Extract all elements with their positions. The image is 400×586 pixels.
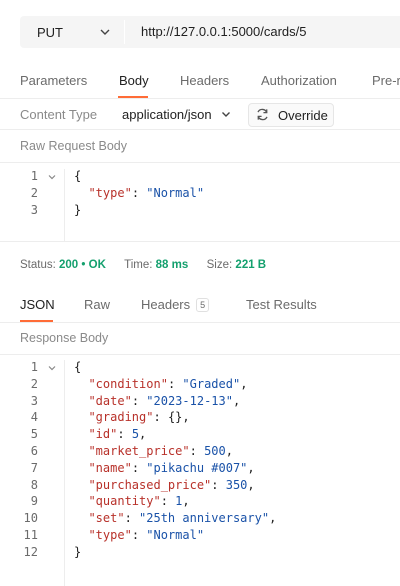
status-text: OK <box>88 259 106 271</box>
line-number: 12 <box>23 544 38 559</box>
code-text: } <box>74 544 82 559</box>
tab-headers[interactable]: Headers <box>180 73 229 88</box>
body-options-row: Content Type application/json Override <box>20 101 400 127</box>
fold-toggle-icon[interactable] <box>48 364 56 372</box>
line-number: 11 <box>23 528 38 542</box>
code-text: "grading": {}, <box>88 410 190 425</box>
time-value: 88 ms <box>155 259 189 271</box>
response-status: Status: 200 • OK Time: 88 ms Size: 221 B <box>20 259 266 271</box>
line-number: 8 <box>30 477 38 492</box>
tab-parameters[interactable]: Parameters <box>20 73 87 88</box>
tab-json[interactable]: JSON <box>20 297 55 312</box>
url-separator <box>124 20 125 44</box>
divider <box>0 322 400 323</box>
status-dot: • <box>81 259 89 271</box>
content-type-select[interactable]: application/json <box>122 107 212 122</box>
headers-count-badge: 5 <box>196 298 210 312</box>
divider <box>0 241 400 242</box>
code-text: "name": "pikachu #007", <box>88 460 255 475</box>
editor-gutter-border <box>64 169 65 241</box>
tab-test-results[interactable]: Test Results <box>246 297 317 312</box>
code-text: "condition": "Graded", <box>88 376 248 391</box>
line-number: 2 <box>30 376 38 391</box>
line-number: 6 <box>30 444 38 458</box>
code-text: "quantity": 1, <box>88 494 190 509</box>
request-url-bar: PUT http://127.0.0.1:5000/cards/5 <box>20 16 400 48</box>
status-code: 200 <box>59 259 79 271</box>
time-label: Time: <box>124 259 153 271</box>
code-text: "id": 5, <box>88 427 147 442</box>
size-value: 221 B <box>235 259 267 271</box>
divider <box>0 129 400 130</box>
line-number: 4 <box>30 410 38 425</box>
code-text: { <box>74 169 82 183</box>
tab-raw[interactable]: Raw <box>84 297 110 312</box>
line-number: 3 <box>30 393 38 408</box>
code-text: "type": "Normal" <box>88 528 205 542</box>
response-tabs: JSON Raw Headers 5 Test Results <box>20 297 400 323</box>
divider <box>0 162 400 163</box>
line-number: 1 <box>30 360 38 374</box>
response-body-editor[interactable]: 1 {2 "condition": "Graded", 3 "date": "202… <box>0 360 400 586</box>
content-type-label: Content Type <box>20 107 98 122</box>
tab-response-headers-label: Headers <box>141 297 191 312</box>
override-label: Override <box>278 108 328 123</box>
code-text: "set": "25th anniversary", <box>88 511 277 526</box>
request-body-editor[interactable]: 1 {2 "type": "Normal" 3} <box>0 169 400 241</box>
refresh-icon <box>257 108 268 121</box>
request-tabs: Parameters Body Headers Authorization Pr… <box>20 73 400 99</box>
code-text: "type": "Normal" <box>88 186 205 200</box>
editor-gutter-border <box>64 360 65 586</box>
tab-pre-request[interactable]: Pre-r <box>372 73 400 88</box>
line-number: 3 <box>30 203 38 217</box>
override-button[interactable]: Override <box>248 103 334 127</box>
line-number: 9 <box>30 494 38 509</box>
code-text: "date": "2023-12-13", <box>88 393 241 408</box>
line-number: 2 <box>30 186 38 200</box>
tab-body[interactable]: Body <box>119 73 149 88</box>
line-number: 10 <box>23 511 38 526</box>
size-label: Size: <box>206 259 233 271</box>
chevron-down-icon[interactable] <box>220 108 232 120</box>
raw-request-title: Raw Request Body <box>20 139 128 153</box>
tab-authorization[interactable]: Authorization <box>261 73 337 88</box>
line-number: 1 <box>30 169 38 183</box>
method-label: PUT <box>37 24 63 40</box>
url-input[interactable]: http://127.0.0.1:5000/cards/5 <box>141 24 307 39</box>
response-body-title: Response Body <box>20 331 109 345</box>
divider <box>0 98 400 99</box>
method-select[interactable]: PUT <box>20 16 124 48</box>
tab-response-headers[interactable]: Headers 5 <box>141 297 210 312</box>
code-text: { <box>74 360 82 374</box>
code-text: } <box>74 203 82 217</box>
fold-toggle-icon[interactable] <box>48 173 56 181</box>
chevron-down-icon <box>100 29 110 35</box>
divider <box>0 354 400 355</box>
line-number: 7 <box>30 460 38 475</box>
code-text: "market_price": 500, <box>88 444 233 458</box>
status-label: Status: <box>20 259 56 271</box>
code-text: "purchased_price": 350, <box>88 477 255 492</box>
line-number: 5 <box>30 427 38 442</box>
